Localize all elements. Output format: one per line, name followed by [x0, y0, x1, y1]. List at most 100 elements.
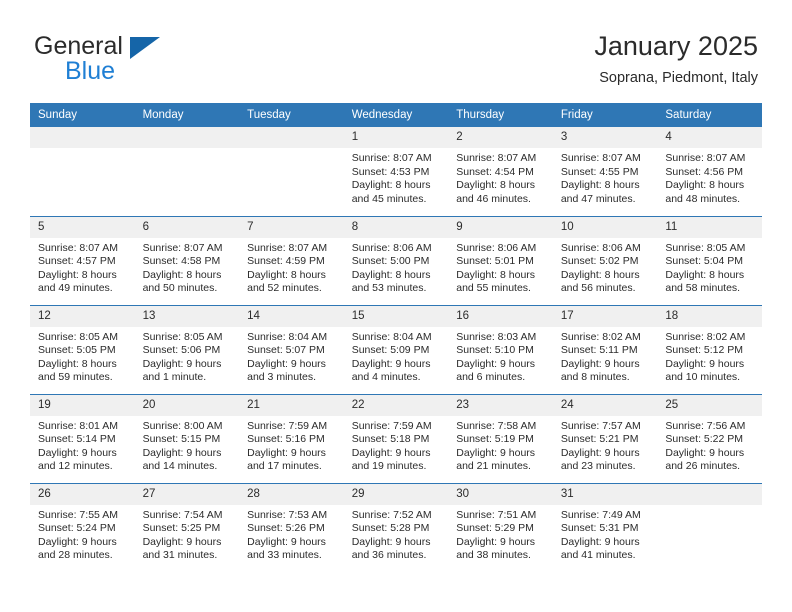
day-sunset-text: Sunset: 5:10 PM — [456, 344, 534, 357]
calendar-day-cell[interactable]: 12 Sunrise: 8:05 AM Sunset: 5:05 PM Dayligh… — [30, 304, 135, 394]
day-sunset-text: Sunset: 5:01 PM — [456, 255, 534, 268]
calendar-day-cell[interactable]: 6 Sunrise: 8:07 AM Sunset: 4:58 PM Daylight… — [134, 215, 240, 305]
day-details: Sunrise: 8:07 AM Sunset: 4:58 PM Daylight:… — [135, 238, 240, 296]
calendar-day-cell[interactable]: 7 Sunrise: 8:07 AM Sunset: 4:59 PM Daylight… — [239, 215, 344, 305]
day-daylight-line2-text: and 49 minutes. — [38, 282, 113, 295]
day-number: 8 — [343, 216, 449, 238]
day-details: Sunrise: 7:53 AM Sunset: 5:26 PM Daylight:… — [239, 505, 344, 563]
day-number: 29 — [343, 483, 449, 505]
day-sunrise-text: Sunrise: 8:01 AM — [38, 419, 118, 432]
calendar-day-cell[interactable]: 18 Sunrise: 8:02 AM Sunset: 5:12 PM Dayligh… — [657, 304, 762, 394]
calendar-day-cell[interactable]: 21 Sunrise: 7:59 AM Sunset: 5:16 PM Dayligh… — [239, 393, 344, 483]
day-daylight-line1-text: Daylight: 9 hours — [38, 535, 117, 548]
calendar-day-cell[interactable]: 2 Sunrise: 8:07 AM Sunset: 4:54 PM Daylight… — [448, 127, 553, 216]
day-daylight-line2-text: and 36 minutes. — [351, 549, 427, 562]
calendar-day-cell[interactable]: 29 Sunrise: 7:52 AM Sunset: 5:28 PM Dayligh… — [343, 482, 449, 572]
calendar-body: 1 Sunrise: 8:07 AM Sunset: 4:53 PM Daylight… — [30, 127, 762, 572]
day-daylight-line2-text: and 53 minutes. — [351, 282, 427, 295]
calendar-day-cell[interactable]: 31 Sunrise: 7:49 AM Sunset: 5:31 PM Dayligh… — [552, 482, 658, 572]
day-daylight-line2-text: and 12 minutes. — [38, 460, 113, 473]
day-number: 13 — [134, 305, 240, 327]
day-number: 31 — [552, 483, 658, 505]
calendar-day-cell[interactable]: 28 Sunrise: 7:53 AM Sunset: 5:26 PM Dayligh… — [239, 482, 344, 572]
calendar-day-cell-empty — [30, 127, 135, 216]
day-details: Sunrise: 8:07 AM Sunset: 4:55 PM Daylight:… — [553, 148, 658, 206]
calendar-day-cell[interactable]: 13 Sunrise: 8:05 AM Sunset: 5:06 PM Dayligh… — [134, 304, 240, 394]
calendar-day-cell[interactable]: 17 Sunrise: 8:02 AM Sunset: 5:11 PM Dayligh… — [552, 304, 658, 394]
day-daylight-line2-text: and 28 minutes. — [38, 549, 113, 562]
weekday-header-monday: Monday — [134, 103, 240, 127]
day-sunset-text: Sunset: 5:18 PM — [351, 433, 430, 446]
calendar-day-cell[interactable]: 25 Sunrise: 7:56 AM Sunset: 5:22 PM Dayligh… — [657, 393, 762, 483]
day-sunset-text: Sunset: 4:53 PM — [351, 165, 430, 178]
calendar-week-row: 26 Sunrise: 7:55 AM Sunset: 5:24 PM Dayligh… — [30, 482, 762, 572]
brand-name-general: General — [34, 32, 123, 60]
day-sunrise-text: Sunrise: 7:56 AM — [665, 419, 746, 432]
day-sunrise-text: Sunrise: 8:06 AM — [560, 241, 641, 254]
calendar-day-cell[interactable]: 22 Sunrise: 7:59 AM Sunset: 5:18 PM Dayligh… — [343, 393, 449, 483]
day-daylight-line2-text: and 52 minutes. — [247, 282, 322, 295]
day-sunset-text: Sunset: 5:15 PM — [142, 433, 221, 446]
generalblue-logo[interactable]: General Blue — [34, 34, 294, 90]
day-sunset-text: Sunset: 5:12 PM — [665, 344, 744, 357]
day-daylight-line2-text: and 55 minutes. — [456, 282, 531, 295]
day-sunrise-text: Sunrise: 8:05 AM — [142, 330, 223, 343]
day-details: Sunrise: 7:51 AM Sunset: 5:29 PM Daylight:… — [448, 505, 553, 563]
title-block: January 2025 Soprana, Piedmont, Italy — [594, 30, 758, 88]
day-details: Sunrise: 8:05 AM Sunset: 5:04 PM Daylight:… — [657, 238, 762, 296]
day-details: Sunrise: 7:52 AM Sunset: 5:28 PM Daylight:… — [344, 505, 449, 563]
day-number: 17 — [552, 305, 658, 327]
weekday-header-wednesday: Wednesday — [343, 103, 449, 127]
day-daylight-line2-text: and 45 minutes. — [351, 192, 427, 205]
day-number: 25 — [657, 394, 762, 416]
page-header: General Blue January 2025 Soprana, Piedm… — [0, 0, 792, 100]
calendar-day-cell[interactable]: 30 Sunrise: 7:51 AM Sunset: 5:29 PM Dayligh… — [448, 482, 553, 572]
weekday-header-thursday: Thursday — [448, 103, 553, 127]
day-number — [134, 127, 240, 148]
day-daylight-line1-text: Daylight: 9 hours — [560, 357, 640, 370]
calendar-day-cell[interactable]: 11 Sunrise: 8:05 AM Sunset: 5:04 PM Dayligh… — [657, 215, 762, 305]
day-sunset-text: Sunset: 5:00 PM — [351, 255, 430, 268]
day-daylight-line1-text: Daylight: 8 hours — [560, 179, 640, 192]
day-sunset-text: Sunset: 5:19 PM — [456, 433, 534, 446]
day-details: Sunrise: 8:00 AM Sunset: 5:15 PM Daylight:… — [135, 416, 240, 474]
calendar-day-cell[interactable]: 4 Sunrise: 8:07 AM Sunset: 4:56 PM Daylight… — [657, 127, 762, 216]
day-sunset-text: Sunset: 5:14 PM — [38, 433, 116, 446]
day-sunset-text: Sunset: 5:28 PM — [351, 522, 430, 535]
day-daylight-line2-text: and 47 minutes. — [560, 192, 636, 205]
day-daylight-line2-text: and 41 minutes. — [560, 549, 636, 562]
day-sunset-text: Sunset: 5:09 PM — [351, 344, 430, 357]
calendar-day-cell[interactable]: 1 Sunrise: 8:07 AM Sunset: 4:53 PM Daylight… — [343, 127, 449, 216]
calendar-day-cell[interactable]: 24 Sunrise: 7:57 AM Sunset: 5:21 PM Dayligh… — [552, 393, 658, 483]
day-sunset-text: Sunset: 4:59 PM — [247, 255, 325, 268]
calendar-day-cell[interactable]: 10 Sunrise: 8:06 AM Sunset: 5:02 PM Dayligh… — [552, 215, 658, 305]
day-daylight-line1-text: Daylight: 9 hours — [247, 446, 326, 459]
calendar-day-cell[interactable]: 15 Sunrise: 8:04 AM Sunset: 5:09 PM Dayligh… — [343, 304, 449, 394]
day-daylight-line2-text: and 1 minute. — [142, 371, 207, 384]
day-number — [30, 127, 135, 148]
calendar-week-row: 12 Sunrise: 8:05 AM Sunset: 5:05 PM Dayligh… — [30, 304, 762, 394]
day-sunrise-text: Sunrise: 8:04 AM — [247, 330, 328, 343]
calendar-day-cell[interactable]: 8 Sunrise: 8:06 AM Sunset: 5:00 PM Daylight… — [343, 215, 449, 305]
calendar-day-cell[interactable]: 26 Sunrise: 7:55 AM Sunset: 5:24 PM Dayligh… — [30, 482, 135, 572]
day-number: 12 — [30, 305, 135, 327]
day-details: Sunrise: 8:07 AM Sunset: 4:53 PM Daylight:… — [344, 148, 449, 206]
day-daylight-line2-text: and 26 minutes. — [665, 460, 741, 473]
day-daylight-line1-text: Daylight: 9 hours — [351, 535, 431, 548]
day-sunrise-text: Sunrise: 8:07 AM — [665, 152, 746, 164]
day-details: Sunrise: 7:57 AM Sunset: 5:21 PM Daylight:… — [553, 416, 658, 474]
calendar-day-cell[interactable]: 5 Sunrise: 8:07 AM Sunset: 4:57 PM Daylight… — [30, 215, 135, 305]
calendar-day-cell[interactable]: 16 Sunrise: 8:03 AM Sunset: 5:10 PM Dayligh… — [448, 304, 553, 394]
calendar-day-cell[interactable]: 23 Sunrise: 7:58 AM Sunset: 5:19 PM Dayligh… — [448, 393, 553, 483]
day-sunrise-text: Sunrise: 8:05 AM — [38, 330, 118, 343]
calendar-day-cell[interactable]: 20 Sunrise: 8:00 AM Sunset: 5:15 PM Dayligh… — [134, 393, 240, 483]
day-number: 14 — [239, 305, 344, 327]
calendar-day-cell[interactable]: 3 Sunrise: 8:07 AM Sunset: 4:55 PM Daylight… — [552, 127, 658, 216]
day-number: 4 — [657, 127, 762, 148]
calendar-day-cell[interactable]: 9 Sunrise: 8:06 AM Sunset: 5:01 PM Daylight… — [448, 215, 553, 305]
weekday-header-saturday: Saturday — [657, 103, 762, 127]
calendar-day-cell[interactable]: 27 Sunrise: 7:54 AM Sunset: 5:25 PM Dayligh… — [134, 482, 240, 572]
day-details: Sunrise: 8:07 AM Sunset: 4:56 PM Daylight:… — [657, 148, 762, 206]
calendar-day-cell[interactable]: 19 Sunrise: 8:01 AM Sunset: 5:14 PM Dayligh… — [30, 393, 135, 483]
calendar-day-cell[interactable]: 14 Sunrise: 8:04 AM Sunset: 5:07 PM Dayligh… — [239, 304, 344, 394]
